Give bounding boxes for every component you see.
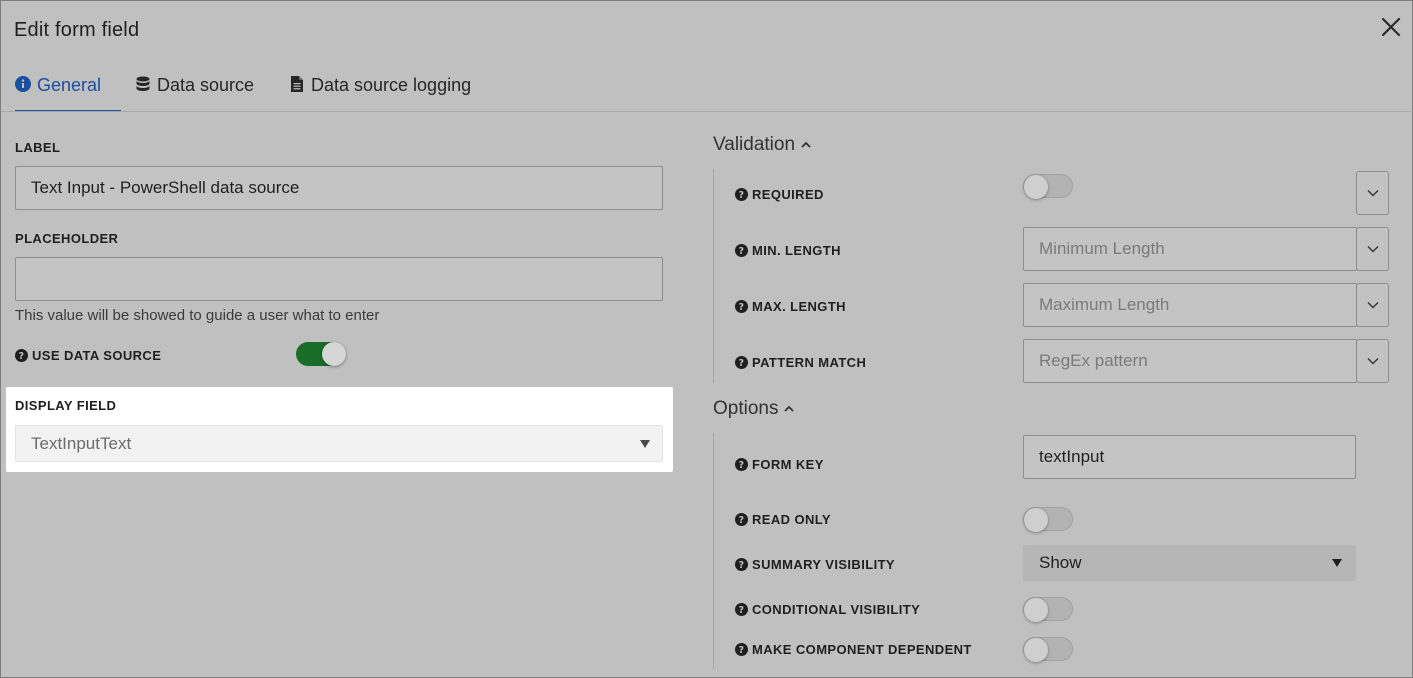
question-circle-icon: ? bbox=[735, 558, 748, 571]
conditional-visibility-toggle[interactable] bbox=[1023, 597, 1073, 622]
use-data-source-label: ? USE DATA SOURCE bbox=[15, 348, 161, 363]
read-only-label: ? READ ONLY bbox=[735, 512, 831, 527]
svg-text:?: ? bbox=[739, 515, 745, 526]
toggle-knob bbox=[1024, 598, 1048, 622]
pattern-match-label: ? PATTERN MATCH bbox=[735, 355, 866, 370]
min-length-label: ? MIN. LENGTH bbox=[735, 243, 841, 258]
question-circle-icon: ? bbox=[735, 244, 748, 257]
tab-bar: General Data source Data source logging bbox=[1, 59, 1413, 112]
validation-divider bbox=[713, 169, 714, 383]
toggle-knob bbox=[1024, 508, 1048, 532]
file-text-icon bbox=[289, 76, 307, 94]
pattern-match-input[interactable]: RegEx pattern bbox=[1023, 339, 1357, 383]
svg-text:?: ? bbox=[19, 351, 25, 362]
make-component-dependent-label: ? MAKE COMPONENT DEPENDENT bbox=[735, 642, 972, 657]
svg-text:?: ? bbox=[739, 246, 745, 257]
question-circle-icon: ? bbox=[735, 513, 748, 526]
dialog-title: Edit form field bbox=[14, 19, 140, 41]
edit-form-field-dialog: Edit form field General Data source Data… bbox=[0, 0, 1413, 678]
use-data-source-toggle[interactable] bbox=[296, 342, 346, 366]
max-length-label: ? MAX. LENGTH bbox=[735, 299, 846, 314]
svg-text:?: ? bbox=[739, 358, 745, 369]
question-circle-icon: ? bbox=[735, 188, 748, 201]
chevron-down-icon bbox=[1367, 246, 1378, 253]
options-section-toggle[interactable]: Options bbox=[713, 398, 795, 420]
summary-visibility-value: Show bbox=[1039, 553, 1082, 572]
chevron-down-icon bbox=[1367, 358, 1378, 365]
tab-data-source-logging[interactable]: Data source logging bbox=[289, 59, 471, 111]
min-length-options-button[interactable] bbox=[1356, 227, 1389, 271]
tab-label: General bbox=[37, 74, 102, 95]
required-options-button[interactable] bbox=[1356, 171, 1389, 215]
info-circle-icon bbox=[15, 76, 33, 94]
display-field-value: TextInputText bbox=[31, 433, 132, 453]
chevron-up-icon bbox=[800, 139, 812, 151]
tab-divider bbox=[1, 111, 1413, 112]
question-circle-icon: ? bbox=[735, 356, 748, 369]
svg-text:?: ? bbox=[739, 460, 745, 471]
caret-down-icon bbox=[640, 440, 650, 448]
svg-text:?: ? bbox=[739, 302, 745, 313]
question-circle-icon: ? bbox=[735, 458, 748, 471]
question-circle-icon: ? bbox=[735, 643, 748, 656]
toggle-knob bbox=[1024, 175, 1048, 199]
conditional-visibility-label: ? CONDITIONAL VISIBILITY bbox=[735, 602, 920, 617]
required-label: ? REQUIRED bbox=[735, 187, 824, 202]
close-icon[interactable] bbox=[1377, 13, 1405, 41]
options-title: Options bbox=[713, 398, 779, 419]
database-icon bbox=[135, 76, 153, 94]
summary-visibility-label: ? SUMMARY VISIBILITY bbox=[735, 557, 895, 572]
question-circle-icon: ? bbox=[735, 603, 748, 616]
tab-label: Data source logging bbox=[311, 74, 472, 95]
caret-down-icon bbox=[1332, 559, 1342, 567]
max-length-options-button[interactable] bbox=[1356, 283, 1389, 327]
options-divider bbox=[713, 433, 714, 669]
make-component-dependent-toggle[interactable] bbox=[1023, 637, 1073, 662]
required-toggle[interactable] bbox=[1023, 174, 1073, 199]
question-circle-icon: ? bbox=[15, 349, 28, 362]
chevron-up-icon bbox=[783, 403, 795, 415]
question-circle-icon: ? bbox=[735, 300, 748, 313]
placeholder-heading: PLACEHOLDER bbox=[15, 231, 119, 246]
form-key-label: ? FORM KEY bbox=[735, 457, 824, 472]
validation-title: Validation bbox=[713, 134, 796, 155]
summary-visibility-select[interactable]: Show bbox=[1023, 545, 1356, 581]
form-key-input[interactable]: textInput bbox=[1023, 435, 1356, 479]
svg-text:?: ? bbox=[739, 645, 745, 656]
chevron-down-icon bbox=[1367, 302, 1378, 309]
chevron-down-icon bbox=[1367, 190, 1378, 197]
tab-label: Data source bbox=[157, 74, 255, 95]
tab-general[interactable]: General bbox=[15, 59, 122, 112]
label-heading: LABEL bbox=[15, 140, 61, 155]
validation-section-toggle[interactable]: Validation bbox=[713, 134, 812, 156]
pattern-match-options-button[interactable] bbox=[1356, 339, 1389, 383]
display-field-select[interactable]: TextInputText bbox=[15, 425, 663, 462]
placeholder-hint: This value will be showed to guide a use… bbox=[15, 307, 380, 324]
label-input[interactable]: Text Input - PowerShell data source bbox=[15, 166, 663, 210]
svg-text:?: ? bbox=[739, 605, 745, 616]
read-only-toggle[interactable] bbox=[1023, 507, 1073, 532]
min-length-input[interactable]: Minimum Length bbox=[1023, 227, 1357, 271]
svg-text:?: ? bbox=[739, 190, 745, 201]
max-length-input[interactable]: Maximum Length bbox=[1023, 283, 1357, 327]
toggle-knob bbox=[322, 342, 346, 366]
display-field-heading: DISPLAY FIELD bbox=[15, 398, 117, 413]
toggle-knob bbox=[1024, 638, 1048, 662]
placeholder-input[interactable] bbox=[15, 257, 663, 301]
svg-text:?: ? bbox=[739, 560, 745, 571]
tab-data-source[interactable]: Data source bbox=[135, 59, 254, 111]
